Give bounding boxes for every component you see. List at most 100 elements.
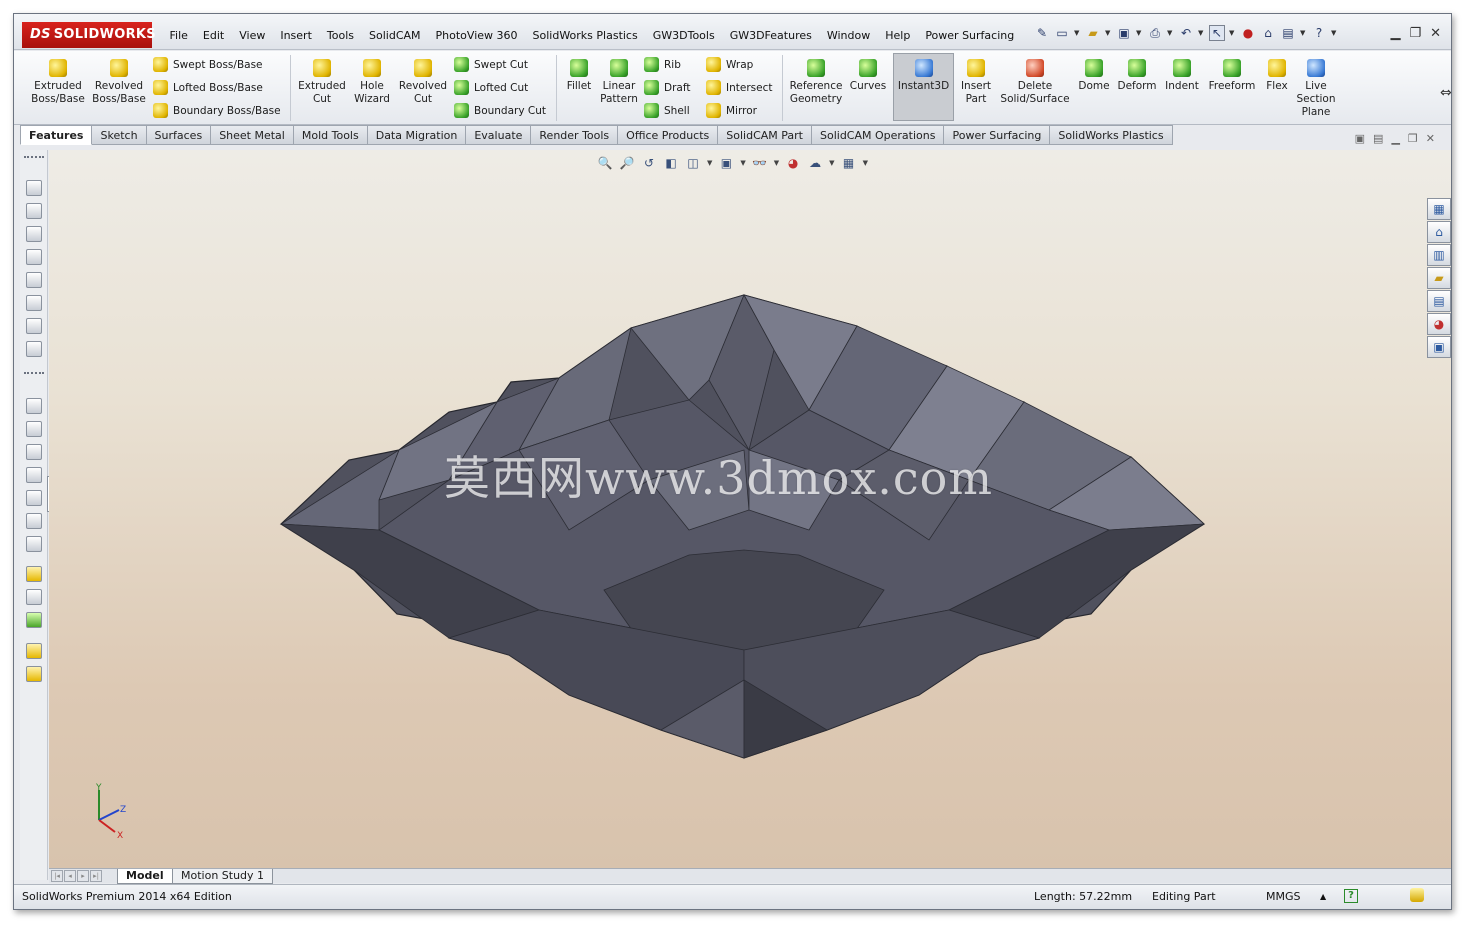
chevron-down-icon[interactable]: ▼: [1198, 29, 1205, 37]
tab-office-products[interactable]: Office Products: [618, 125, 719, 145]
minimize-icon[interactable]: ▁: [1390, 26, 1400, 41]
restore-icon[interactable]: ❐: [1409, 26, 1421, 41]
revolved-boss-button[interactable]: Revolved Boss/Base: [90, 55, 148, 106]
pencil-icon[interactable]: [26, 589, 42, 605]
tab-data-migration[interactable]: Data Migration: [367, 125, 467, 145]
open-folder-icon[interactable]: ▰: [1085, 25, 1101, 41]
wrap-button[interactable]: Wrap: [706, 57, 753, 72]
menu-photoview[interactable]: PhotoView 360: [428, 28, 525, 44]
select-cursor-icon[interactable]: ↖: [1209, 25, 1225, 41]
boundary-boss-button[interactable]: Boundary Boss/Base: [153, 103, 281, 118]
menu-tools[interactable]: Tools: [319, 28, 361, 44]
tab-motion-study[interactable]: Motion Study 1: [172, 869, 274, 884]
chevron-down-icon[interactable]: ▼: [1167, 29, 1174, 37]
dome-button[interactable]: Dome: [1076, 55, 1112, 93]
faceted-bowl-model[interactable]: [49, 150, 1452, 868]
live-section-plane-button[interactable]: Live Section Plane: [1294, 55, 1338, 119]
menu-gw3dfeatures[interactable]: GW3DFeatures: [722, 28, 819, 44]
file-explorer-icon[interactable]: ▰: [1427, 267, 1451, 289]
extruded-cut-button[interactable]: Extruded Cut: [295, 55, 349, 106]
sketch-tool-icon[interactable]: [26, 180, 42, 196]
spline-tool-icon[interactable]: [26, 318, 42, 334]
arc-tool-icon[interactable]: [26, 295, 42, 311]
rectangle-tool-icon[interactable]: [26, 249, 42, 265]
view-right-icon[interactable]: [26, 467, 42, 483]
menu-solidcam[interactable]: SolidCAM: [362, 28, 429, 44]
prev-tab-arrow-icon[interactable]: ◂: [64, 870, 76, 882]
lofted-boss-button[interactable]: Lofted Boss/Base: [153, 80, 263, 95]
tab-power-surfacing[interactable]: Power Surfacing: [944, 125, 1051, 145]
indent-button[interactable]: Indent: [1162, 55, 1202, 93]
lofted-cut-button[interactable]: Lofted Cut: [454, 80, 528, 95]
view-palette-icon[interactable]: ▤: [1427, 290, 1451, 312]
tab-solidcam-operations[interactable]: SolidCAM Operations: [812, 125, 945, 145]
swept-cut-button[interactable]: Swept Cut: [454, 57, 528, 72]
options-icon[interactable]: ▤: [1280, 25, 1296, 41]
tab-model[interactable]: Model: [117, 869, 173, 884]
chevron-down-icon[interactable]: ▼: [1074, 29, 1081, 37]
menu-power-surfacing[interactable]: Power Surfacing: [918, 28, 1022, 44]
design-library-icon[interactable]: ▥: [1427, 244, 1451, 266]
graphics-viewport[interactable]: 🔍 🔎 ↺ ◧ ◫ ▼ ▣ ▼ 👓 ▼ ◕ ☁ ▼ ▦ ▼ 莫西网www.3dm…: [49, 150, 1452, 868]
tab-surfaces[interactable]: Surfaces: [146, 125, 212, 145]
menu-help[interactable]: Help: [878, 28, 918, 44]
help-icon[interactable]: ?: [1344, 889, 1358, 903]
chevron-down-icon[interactable]: ▼: [1331, 29, 1338, 37]
line-tool-icon[interactable]: [26, 226, 42, 242]
instant3d-button[interactable]: Instant3D: [893, 55, 954, 93]
units-system[interactable]: MMGS: [1266, 887, 1301, 907]
measure-icon[interactable]: [26, 612, 42, 628]
feature-a-icon[interactable]: [26, 643, 42, 659]
view-top-icon[interactable]: [26, 490, 42, 506]
units-toggle-icon[interactable]: ▲: [1320, 887, 1326, 907]
undo-icon[interactable]: ↶: [1178, 25, 1194, 41]
tab-mold-tools[interactable]: Mold Tools: [293, 125, 368, 145]
boundary-cut-button[interactable]: Boundary Cut: [454, 103, 546, 118]
print-icon[interactable]: ⎙: [1147, 25, 1163, 41]
resize-arrows-icon[interactable]: ⇔: [1440, 85, 1451, 101]
tab-features[interactable]: Features: [20, 125, 93, 145]
tile-vertical-icon[interactable]: ▤: [1373, 132, 1383, 145]
swept-boss-button[interactable]: Swept Boss/Base: [153, 57, 263, 72]
tab-sheet-metal[interactable]: Sheet Metal: [211, 125, 294, 145]
close-doc-icon[interactable]: ✕: [1426, 132, 1435, 145]
menu-insert[interactable]: Insert: [273, 28, 320, 44]
menu-solidworks-plastics[interactable]: SolidWorks Plastics: [525, 28, 645, 44]
flex-button[interactable]: Flex: [1262, 55, 1292, 93]
rebuild-icon[interactable]: ⌂: [1260, 25, 1276, 41]
home-icon[interactable]: ⌂: [1427, 221, 1451, 243]
tab-render-tools[interactable]: Render Tools: [531, 125, 619, 145]
menu-window[interactable]: Window: [819, 28, 877, 44]
tab-solidcam-part[interactable]: SolidCAM Part: [718, 125, 812, 145]
tab-solidworks-plastics[interactable]: SolidWorks Plastics: [1050, 125, 1173, 145]
restore-doc-icon[interactable]: ❐: [1408, 132, 1418, 145]
custom-properties-icon[interactable]: ▣: [1427, 336, 1451, 358]
save-icon[interactable]: ▣: [1116, 25, 1132, 41]
mirror-button[interactable]: Mirror: [706, 103, 757, 118]
menu-gw3dtools[interactable]: GW3DTools: [645, 28, 722, 44]
chevron-down-icon[interactable]: ▼: [1105, 29, 1112, 37]
fillet-button[interactable]: Fillet: [562, 55, 596, 93]
trim-tool-icon[interactable]: [26, 341, 42, 357]
view-front-icon[interactable]: [26, 398, 42, 414]
draft-button[interactable]: Draft: [644, 80, 690, 95]
pin-icon[interactable]: ✎: [1034, 25, 1050, 41]
hole-wizard-button[interactable]: Hole Wizard: [347, 55, 397, 106]
view-back-icon[interactable]: [26, 421, 42, 437]
help-question-icon[interactable]: ?: [1311, 25, 1327, 41]
tile-icon[interactable]: ▣: [1355, 132, 1365, 145]
tab-sketch[interactable]: Sketch: [92, 125, 147, 145]
delete-solid-surface-button[interactable]: Delete Solid/Surface: [998, 55, 1072, 106]
revolved-cut-button[interactable]: Revolved Cut: [397, 55, 449, 106]
close-icon[interactable]: ✕: [1430, 26, 1441, 41]
insert-part-button[interactable]: Insert Part: [956, 55, 996, 106]
next-tab-arrow-icon[interactable]: ▸: [77, 870, 89, 882]
menu-file[interactable]: File: [162, 28, 195, 44]
reference-geometry-button[interactable]: Reference Geometry: [787, 55, 845, 106]
chevron-down-icon[interactable]: ▼: [1136, 29, 1143, 37]
shell-button[interactable]: Shell: [644, 103, 690, 118]
circle-tool-icon[interactable]: [26, 272, 42, 288]
new-document-icon[interactable]: ▭: [1054, 25, 1070, 41]
extruded-boss-button[interactable]: Extruded Boss/Base: [26, 55, 90, 106]
first-tab-arrow-icon[interactable]: |◂: [51, 870, 63, 882]
